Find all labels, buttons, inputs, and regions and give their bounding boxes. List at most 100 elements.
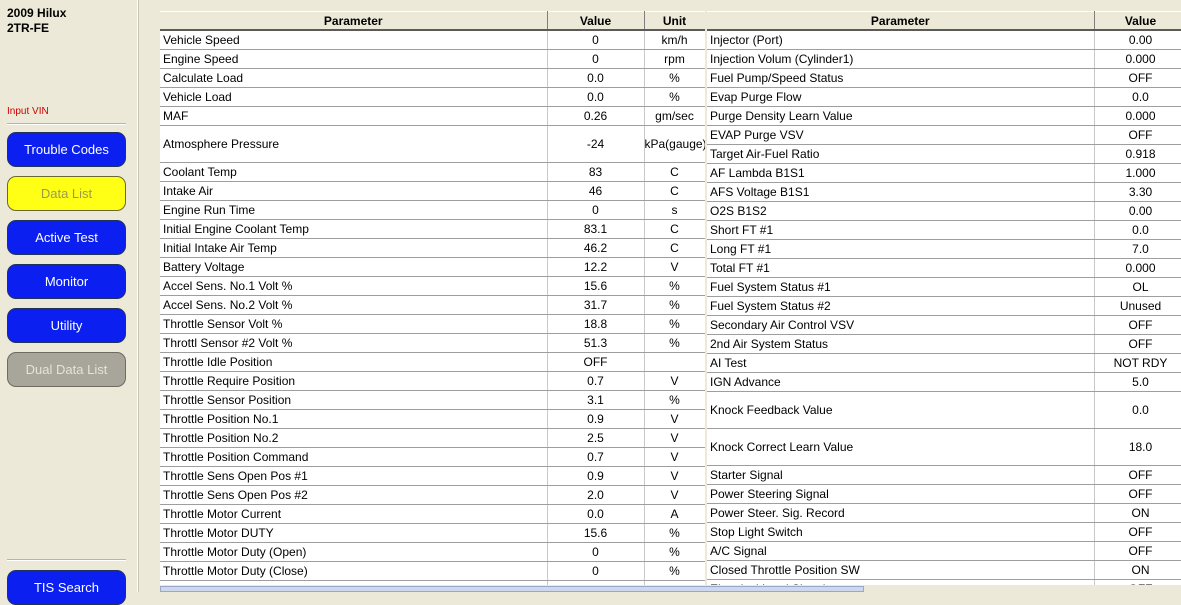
tis-search-button[interactable]: TIS Search bbox=[7, 570, 126, 605]
table-row[interactable]: A/C Signal OFF bbox=[707, 541, 1181, 561]
unit-cell: kPa(gauge) bbox=[644, 125, 706, 163]
table-row[interactable]: Knock Correct Learn Value 18.0 bbox=[707, 428, 1181, 466]
table-row[interactable]: IGN Advance 5.0 bbox=[707, 372, 1181, 392]
table-row[interactable]: Throttle Sens Open Pos #1 0.9 V bbox=[160, 466, 706, 486]
table-row[interactable]: 2nd Air System Status OFF bbox=[707, 334, 1181, 354]
value-cell: 1.000 bbox=[1094, 163, 1181, 183]
table-row[interactable]: Throttle Motor Current 0.0 A bbox=[160, 504, 706, 524]
table-row[interactable]: Power Steering Signal OFF bbox=[707, 484, 1181, 504]
table-row[interactable]: Throttle Motor Duty (Open) 0% bbox=[160, 542, 706, 562]
table-row[interactable]: Power Steer. Sig. Record ON bbox=[707, 503, 1181, 523]
table-row[interactable]: Atmosphere Pressure -24 kPa(gauge) bbox=[160, 125, 706, 163]
table-row[interactable]: Vehicle Speed 0 km/h bbox=[160, 30, 706, 50]
utility-button[interactable]: Utility bbox=[7, 308, 126, 343]
parameter-cell: Battery Voltage bbox=[160, 257, 548, 277]
table-row[interactable]: Total FT #1 0.000 bbox=[707, 258, 1181, 278]
sidebar-divider bbox=[7, 123, 126, 125]
table-row[interactable]: Stop Light Switch OFF bbox=[707, 522, 1181, 542]
table-row[interactable]: MAF 0.26 gm/sec bbox=[160, 106, 706, 126]
value-cell: 0.000 bbox=[1094, 106, 1181, 126]
value-cell: 83.1 bbox=[547, 219, 645, 239]
table-row[interactable]: Throttle Require Position 0.7 V bbox=[160, 371, 706, 391]
sidebar-divider bbox=[7, 559, 126, 561]
value-cell: 7.0 bbox=[1094, 239, 1181, 259]
table-row[interactable]: AI Test NOT RDY bbox=[707, 353, 1181, 373]
column-header-parameter[interactable]: Parameter bbox=[160, 11, 548, 31]
table-row[interactable]: Injector (Port) 0.00 bbox=[707, 30, 1181, 50]
data-table-right: Parameter Value Injector (Port) 0.00 Injec… bbox=[707, 11, 1181, 585]
table-row[interactable]: Throttle Sensor Position 3.1% bbox=[160, 390, 706, 410]
value-cell: 0.0 bbox=[547, 87, 645, 107]
active-test-button[interactable]: Active Test bbox=[7, 220, 126, 255]
parameter-cell: Throttle Require Position bbox=[160, 371, 548, 391]
table-row[interactable]: Starter Signal OFF bbox=[707, 465, 1181, 485]
table-row[interactable]: EVAP Purge VSV OFF bbox=[707, 125, 1181, 145]
table-row[interactable]: Calculate Load 0.0% bbox=[160, 68, 706, 88]
table-row[interactable]: Fuel System Status #2 Unused bbox=[707, 296, 1181, 316]
table-row[interactable]: AF Lambda B1S1 1.000 bbox=[707, 163, 1181, 183]
monitor-button[interactable]: Monitor bbox=[7, 264, 126, 299]
table-row[interactable]: Initial Intake Air Temp 46.2 C bbox=[160, 238, 706, 258]
table-row[interactable]: Battery Voltage 12.2 V bbox=[160, 257, 706, 277]
table-row[interactable]: AFS Voltage B1S1 3.30 bbox=[707, 182, 1181, 202]
parameter-cell: Starter Signal bbox=[707, 465, 1095, 485]
parameter-cell: Short FT #1 bbox=[707, 220, 1095, 240]
table-row[interactable]: Fuel Pump/Speed Status OFF bbox=[707, 68, 1181, 88]
table-row[interactable]: Coolant Temp 83 C bbox=[160, 162, 706, 182]
table-row[interactable]: O2S B1S2 0.00 bbox=[707, 201, 1181, 221]
table-row[interactable]: Target Air-Fuel Ratio 0.918 bbox=[707, 144, 1181, 164]
unit-cell: % bbox=[644, 523, 706, 543]
table-row[interactable]: Injection Volum (Cylinder1) 0.000 bbox=[707, 49, 1181, 69]
table-row[interactable]: Accel Sens. No.2 Volt % 31.7% bbox=[160, 295, 706, 315]
parameter-cell: Fuel System Status #2 bbox=[707, 296, 1095, 316]
scrollbar-thumb[interactable] bbox=[160, 586, 864, 592]
table-row[interactable]: Throttl Sensor #2 Volt % 51.3% bbox=[160, 333, 706, 353]
table-row[interactable]: Engine Run Time 0 s bbox=[160, 200, 706, 220]
input-vin-link[interactable]: Input VIN bbox=[7, 106, 49, 117]
table-row[interactable]: Fuel System Status #1 OL bbox=[707, 277, 1181, 297]
table-row[interactable]: Vehicle Load 0.0% bbox=[160, 87, 706, 107]
value-cell: 0.0 bbox=[547, 68, 645, 88]
unit-cell: s bbox=[644, 200, 706, 220]
value-cell: -24 bbox=[547, 125, 645, 163]
table-row[interactable]: Throttle Position No.2 2.5 V bbox=[160, 428, 706, 448]
column-header-value[interactable]: Value bbox=[547, 11, 645, 31]
trouble-codes-button[interactable]: Trouble Codes bbox=[7, 132, 126, 167]
table-row[interactable]: Throttle Sens Open Pos #2 2.0 V bbox=[160, 485, 706, 505]
table-row[interactable]: Intake Air 46 C bbox=[160, 181, 706, 201]
value-cell: OFF bbox=[1094, 522, 1181, 542]
table-row[interactable]: Throttle Motor Duty (Close) 0% bbox=[160, 561, 706, 581]
table-row[interactable]: Throttle Motor DUTY 15.6% bbox=[160, 523, 706, 543]
table-row[interactable]: Closed Throttle Position SW ON bbox=[707, 560, 1181, 580]
value-cell: 0.00 bbox=[1094, 201, 1181, 221]
table-row[interactable]: Engine Speed 0 rpm bbox=[160, 49, 706, 69]
column-header-parameter[interactable]: Parameter bbox=[707, 11, 1095, 31]
data-list-button[interactable]: Data List bbox=[7, 176, 126, 211]
table-row[interactable]: Throttle Sensor Volt % 18.8% bbox=[160, 314, 706, 334]
parameter-cell: Throttle Sens Open Pos #2 bbox=[160, 485, 548, 505]
table-row[interactable]: Evap Purge Flow 0.0 bbox=[707, 87, 1181, 107]
table-row[interactable]: Purge Density Learn Value 0.000 bbox=[707, 106, 1181, 126]
horizontal-scrollbar[interactable] bbox=[160, 585, 1181, 592]
column-header-value[interactable]: Value bbox=[1094, 11, 1181, 31]
table-row[interactable]: Throttle Position Command 0.7 V bbox=[160, 447, 706, 467]
parameter-cell: Throttle Sens Open Pos #1 bbox=[160, 466, 548, 486]
table-row[interactable]: Throttle Position No.1 0.9 V bbox=[160, 409, 706, 429]
parameter-cell: Power Steer. Sig. Record bbox=[707, 503, 1095, 523]
table-row[interactable]: Initial Engine Coolant Temp 83.1 C bbox=[160, 219, 706, 239]
parameter-cell: Vehicle Load bbox=[160, 87, 548, 107]
value-cell: 3.1 bbox=[547, 390, 645, 410]
unit-cell: V bbox=[644, 257, 706, 277]
table-row[interactable]: Throttle Idle Position OFF bbox=[160, 352, 706, 372]
value-cell: 3.30 bbox=[1094, 182, 1181, 202]
column-header-unit[interactable]: Unit bbox=[644, 11, 706, 31]
table-row[interactable]: Knock Feedback Value 0.0 bbox=[707, 391, 1181, 429]
vehicle-model: 2009 Hilux bbox=[7, 6, 67, 20]
value-cell: 0.000 bbox=[1094, 49, 1181, 69]
table-row[interactable]: Short FT #1 0.0 bbox=[707, 220, 1181, 240]
table-row[interactable]: Accel Sens. No.1 Volt % 15.6% bbox=[160, 276, 706, 296]
value-cell: 0.9 bbox=[547, 466, 645, 486]
vehicle-info: 2009 Hilux 2TR-FE bbox=[7, 6, 66, 36]
table-row[interactable]: Long FT #1 7.0 bbox=[707, 239, 1181, 259]
table-row[interactable]: Secondary Air Control VSV OFF bbox=[707, 315, 1181, 335]
